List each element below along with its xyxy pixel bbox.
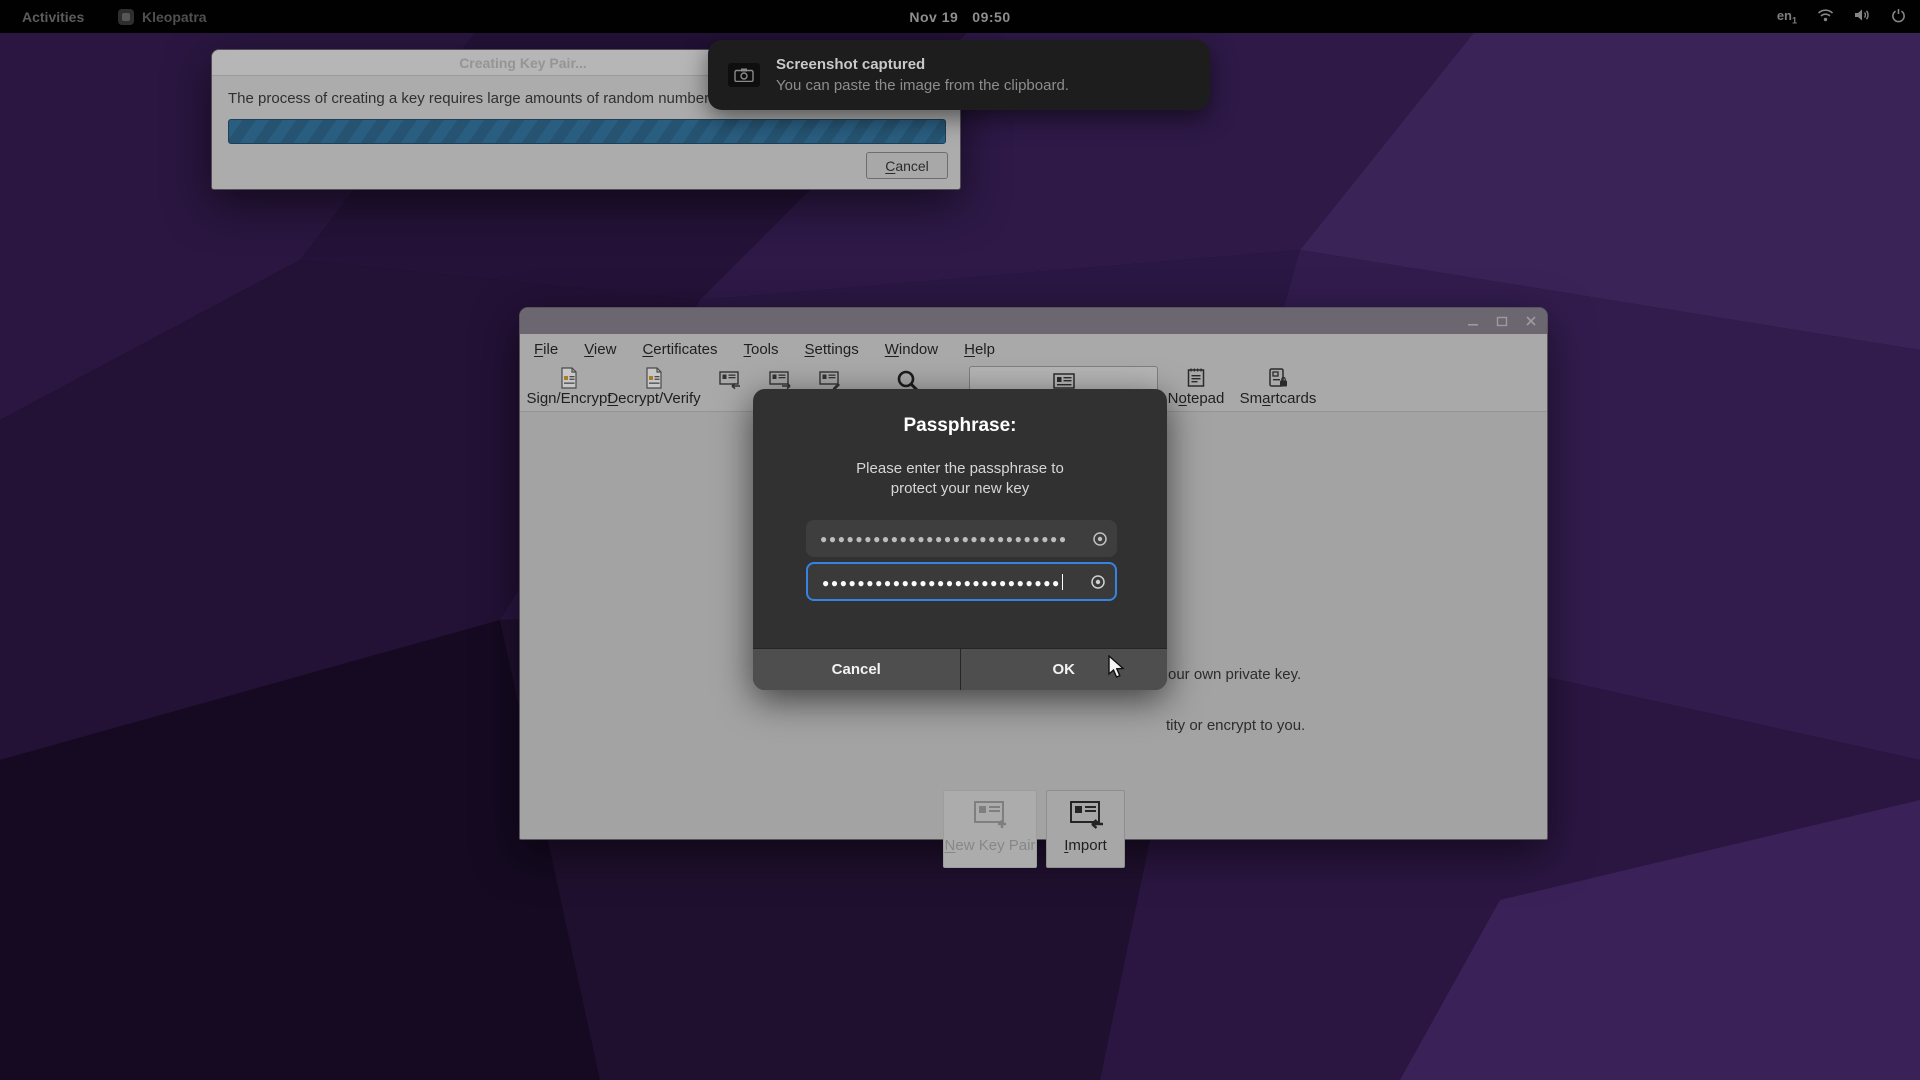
- smartcards-label: Smartcards: [1240, 390, 1317, 407]
- minimize-icon[interactable]: [1466, 315, 1479, 328]
- repeat-passphrase-input[interactable]: ●●●●●●●●●●●●●●●●●●●●●●●●●●●: [806, 562, 1117, 601]
- passphrase-dialog: Passphrase: Please enter the passphrase …: [753, 389, 1167, 690]
- import-button[interactable]: Import: [1046, 790, 1125, 868]
- keyboard-layout-indicator[interactable]: en1: [1777, 8, 1797, 26]
- decrypt-verify-label: Decrypt/Verify: [607, 390, 700, 407]
- decrypt-verify-document-icon: [645, 366, 663, 390]
- menu-certificates[interactable]: Certificates: [642, 341, 717, 358]
- kleopatra-titlebar[interactable]: [520, 308, 1547, 334]
- smartcard-icon: [1267, 366, 1289, 390]
- desktop: File View Certificates Tools Settings Wi…: [0, 0, 1920, 1080]
- new-key-pair-icon: [971, 799, 1009, 831]
- notepad-icon: [1186, 366, 1206, 390]
- notification-title: Screenshot captured: [776, 56, 1069, 73]
- decrypt-verify-button[interactable]: Decrypt/Verify: [610, 366, 698, 410]
- import-icon: [1067, 799, 1105, 831]
- gnome-top-bar: Activities Kleopatra Nov 1909:50 en1: [0, 0, 1920, 33]
- import-label: Import: [1064, 837, 1107, 854]
- progress-message: The process of creating a key requires l…: [228, 90, 721, 107]
- reveal-passphrase-icon[interactable]: [1083, 531, 1117, 547]
- welcome-text-fragment-2: tity or encrypt to you.: [1166, 717, 1305, 734]
- sign-encrypt-button[interactable]: Sign/Encrypt: [528, 366, 610, 410]
- menu-help[interactable]: Help: [964, 341, 995, 358]
- sign-encrypt-document-icon: [560, 366, 578, 390]
- menubar: File View Certificates Tools Settings Wi…: [520, 334, 1547, 364]
- import-certificate-button[interactable]: [718, 370, 742, 395]
- menu-settings[interactable]: Settings: [805, 341, 859, 358]
- maximize-icon[interactable]: [1495, 315, 1508, 328]
- new-key-pair-button[interactable]: New Key Pair: [943, 790, 1037, 868]
- progress-cancel-button[interactable]: Cancel: [866, 152, 948, 179]
- passphrase-ok-button[interactable]: OK: [961, 649, 1168, 690]
- passphrase-cancel-button[interactable]: Cancel: [753, 649, 961, 690]
- menu-view[interactable]: View: [584, 341, 616, 358]
- new-key-pair-label: New Key Pair: [945, 837, 1036, 854]
- close-icon[interactable]: [1524, 315, 1537, 328]
- screenshot-notification[interactable]: Screenshot captured You can paste the im…: [708, 40, 1210, 110]
- passphrase-prompt: Please enter the passphrase to protect y…: [753, 459, 1167, 499]
- power-icon[interactable]: [1891, 8, 1906, 26]
- notification-body: You can paste the image from the clipboa…: [776, 77, 1069, 94]
- text-caret: [1062, 574, 1064, 590]
- notepad-button[interactable]: Notepad: [1165, 366, 1227, 410]
- camera-icon: [728, 63, 760, 87]
- welcome-text-fragment-1: our own private key.: [1168, 666, 1301, 683]
- clock-time: 09:50: [965, 9, 1017, 25]
- passphrase-input[interactable]: ●●●●●●●●●●●●●●●●●●●●●●●●●●●●: [806, 520, 1117, 557]
- smartcards-button[interactable]: Smartcards: [1238, 366, 1318, 410]
- menu-tools[interactable]: Tools: [743, 341, 778, 358]
- repeat-passphrase-masked-value: ●●●●●●●●●●●●●●●●●●●●●●●●●●●: [808, 574, 1081, 590]
- menu-file[interactable]: File: [534, 341, 558, 358]
- volume-icon[interactable]: [1854, 8, 1871, 25]
- notepad-label: Notepad: [1168, 390, 1225, 407]
- menu-window[interactable]: Window: [885, 341, 938, 358]
- passphrase-masked-value: ●●●●●●●●●●●●●●●●●●●●●●●●●●●●: [806, 532, 1083, 546]
- reveal-repeat-passphrase-icon[interactable]: [1081, 574, 1115, 590]
- key-generation-progress-bar: [228, 119, 946, 144]
- clock-date: Nov 19: [902, 9, 965, 25]
- mouse-cursor: [1106, 655, 1128, 686]
- clock-button[interactable]: Nov 1909:50: [0, 9, 1920, 25]
- passphrase-dialog-title: Passphrase:: [753, 415, 1167, 437]
- wifi-icon[interactable]: [1817, 8, 1834, 25]
- sign-encrypt-label: Sign/Encrypt: [526, 390, 611, 407]
